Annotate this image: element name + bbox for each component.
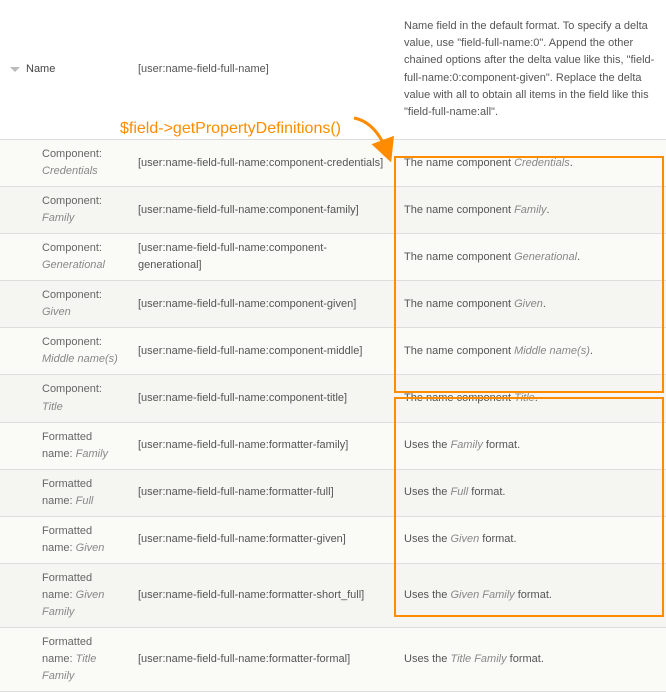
row-label-prefix: Component: bbox=[42, 242, 102, 254]
row-desc-suffix: format. bbox=[468, 486, 505, 498]
row-desc-prefix: The name component bbox=[404, 204, 514, 216]
row-description: The name component Given. bbox=[394, 290, 666, 319]
row-token: [user:name-field-full-name:formatter-ful… bbox=[130, 478, 394, 507]
row-desc-suffix: format. bbox=[507, 653, 544, 665]
table-row: Formatted name: Title Family[user:name-f… bbox=[0, 628, 666, 692]
row-description: The name component Family. bbox=[394, 196, 666, 225]
row-desc-suffix: . bbox=[577, 251, 580, 263]
row-label: Formatted name: Given Family bbox=[0, 564, 130, 627]
row-description: The name component Title. bbox=[394, 384, 666, 413]
row-desc-suffix: format. bbox=[483, 439, 520, 451]
row-token: [user:name-field-full-name:formatter-giv… bbox=[130, 525, 394, 554]
row-desc-suffix: . bbox=[546, 204, 549, 216]
row-desc-prefix: The name component bbox=[404, 345, 514, 357]
row-desc-suffix: . bbox=[543, 298, 546, 310]
description-column-header: Name field in the default format. To spe… bbox=[394, 12, 666, 126]
row-desc-italic: Given bbox=[450, 533, 479, 545]
row-label-italic: Credentials bbox=[42, 165, 98, 177]
row-label-prefix: Component: bbox=[42, 148, 102, 160]
row-label-italic: Generational bbox=[42, 259, 105, 271]
row-description: Uses the Title Family format. bbox=[394, 645, 666, 674]
table-row: Formatted name: Given Family[user:name-f… bbox=[0, 564, 666, 628]
table-row: Component: Given[user:name-field-full-na… bbox=[0, 281, 666, 328]
row-desc-italic: Family bbox=[514, 204, 546, 216]
row-label: Component: Title bbox=[0, 375, 130, 421]
row-desc-italic: Title bbox=[514, 392, 535, 404]
row-label: Component: Given bbox=[0, 281, 130, 327]
row-desc-italic: Full bbox=[450, 486, 468, 498]
row-desc-prefix: The name component bbox=[404, 298, 514, 310]
row-token: [user:name-field-full-name:component-mid… bbox=[130, 337, 394, 366]
row-desc-prefix: The name component bbox=[404, 157, 514, 169]
row-label: Component: Family bbox=[0, 187, 130, 233]
row-token: [user:name-field-full-name:component-fam… bbox=[130, 196, 394, 225]
row-label-italic: Given bbox=[42, 306, 71, 318]
row-token: [user:name-field-full-name:formatter-sho… bbox=[130, 581, 394, 610]
row-label: Component: Generational bbox=[0, 234, 130, 280]
table-row: Formatted name: Family[user:name-field-f… bbox=[0, 423, 666, 470]
name-column-header: Name bbox=[26, 61, 55, 78]
row-label: Component: Credentials bbox=[0, 140, 130, 186]
row-label-italic: Given bbox=[76, 542, 105, 554]
row-label-italic: Full bbox=[76, 495, 94, 507]
row-label-italic: Family bbox=[76, 448, 108, 460]
row-label: Formatted name: Given bbox=[0, 517, 130, 563]
row-desc-italic: Given bbox=[514, 298, 543, 310]
token-row-header: Name [user:name-field-full-name] Name fi… bbox=[0, 0, 666, 140]
row-label-prefix: Component: bbox=[42, 336, 102, 348]
table-row: Component: Credentials[user:name-field-f… bbox=[0, 140, 666, 187]
row-description: The name component Credentials. bbox=[394, 149, 666, 178]
table-row: Component: Family[user:name-field-full-n… bbox=[0, 187, 666, 234]
row-token: [user:name-field-full-name:formatter-for… bbox=[130, 645, 394, 674]
row-desc-prefix: Uses the bbox=[404, 653, 450, 665]
row-description: Uses the Given format. bbox=[394, 525, 666, 554]
row-desc-prefix: The name component bbox=[404, 251, 514, 263]
row-label-italic: Title bbox=[42, 401, 63, 413]
row-label: Formatted name: Family bbox=[0, 423, 130, 469]
row-label: Formatted name: Full bbox=[0, 470, 130, 516]
row-description: Uses the Full format. bbox=[394, 478, 666, 507]
table-row: Formatted name: Given[user:name-field-fu… bbox=[0, 517, 666, 564]
row-desc-suffix: . bbox=[535, 392, 538, 404]
row-label-italic: Family bbox=[42, 212, 74, 224]
row-description: Uses the Family format. bbox=[394, 431, 666, 460]
row-desc-italic: Credentials bbox=[514, 157, 570, 169]
row-description: The name component Generational. bbox=[394, 243, 666, 272]
row-label: Component: Middle name(s) bbox=[0, 328, 130, 374]
table-row: Component: Generational[user:name-field-… bbox=[0, 234, 666, 281]
row-desc-italic: Title Family bbox=[450, 653, 506, 665]
row-desc-suffix: . bbox=[570, 157, 573, 169]
row-token: [user:name-field-full-name:component-giv… bbox=[130, 290, 394, 319]
token-column-header: [user:name-field-full-name] bbox=[130, 55, 394, 84]
row-desc-italic: Generational bbox=[514, 251, 577, 263]
row-desc-italic: Family bbox=[450, 439, 482, 451]
row-desc-prefix: The name component bbox=[404, 392, 514, 404]
row-desc-suffix: . bbox=[590, 345, 593, 357]
row-desc-prefix: Uses the bbox=[404, 439, 450, 451]
row-description: The name component Middle name(s). bbox=[394, 337, 666, 366]
row-label: Formatted name: Title Family bbox=[0, 628, 130, 691]
row-token: [user:name-field-full-name:component-tit… bbox=[130, 384, 394, 413]
row-label-prefix: Component: bbox=[42, 383, 102, 395]
expand-caret-icon[interactable] bbox=[10, 67, 20, 72]
row-description: Uses the Given Family format. bbox=[394, 581, 666, 610]
row-label-prefix: Component: bbox=[42, 289, 102, 301]
table-row: Formatted name: Full[user:name-field-ful… bbox=[0, 470, 666, 517]
row-desc-italic: Given Family bbox=[450, 589, 514, 601]
row-token: [user:name-field-full-name:component-cre… bbox=[130, 149, 394, 178]
row-label-italic: Middle name(s) bbox=[42, 353, 118, 365]
table-row: Component: Middle name(s)[user:name-fiel… bbox=[0, 328, 666, 375]
row-desc-italic: Middle name(s) bbox=[514, 345, 590, 357]
row-token: [user:name-field-full-name:formatter-fam… bbox=[130, 431, 394, 460]
row-desc-suffix: format. bbox=[479, 533, 516, 545]
table-row: Component: Title[user:name-field-full-na… bbox=[0, 375, 666, 422]
row-label-prefix: Component: bbox=[42, 195, 102, 207]
row-desc-prefix: Uses the bbox=[404, 533, 450, 545]
row-desc-suffix: format. bbox=[515, 589, 552, 601]
row-desc-prefix: Uses the bbox=[404, 486, 450, 498]
row-desc-prefix: Uses the bbox=[404, 589, 450, 601]
row-token: [user:name-field-full-name:component-gen… bbox=[130, 234, 394, 280]
